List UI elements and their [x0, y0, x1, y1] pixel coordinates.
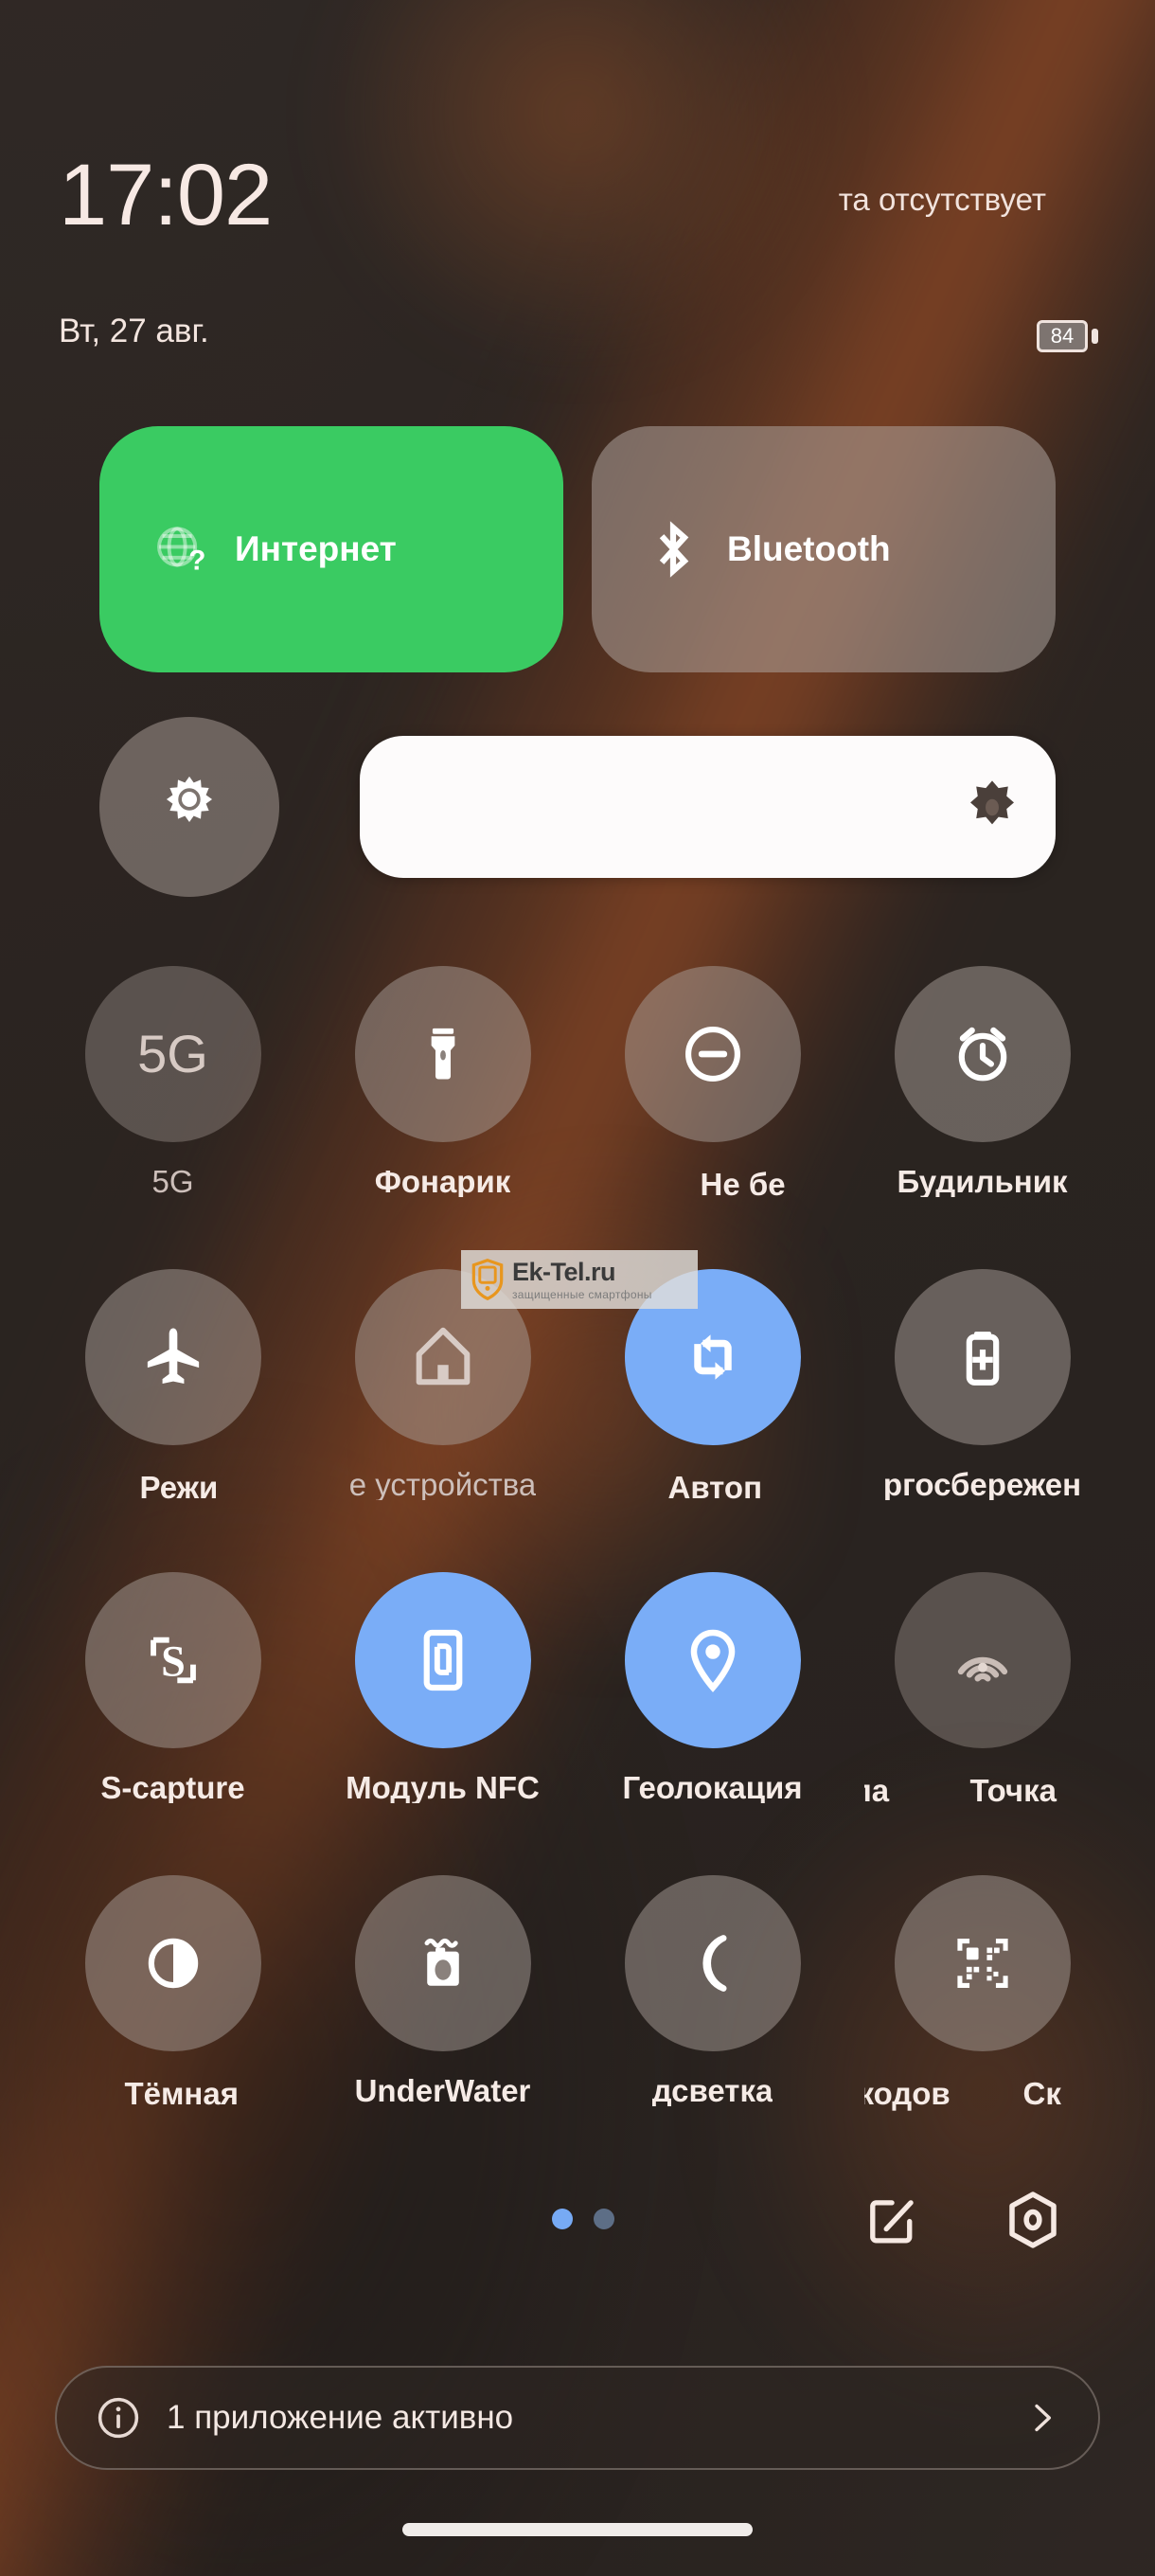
qr-scan-icon — [894, 1875, 1071, 2051]
s-capture-icon: S — [84, 1572, 261, 1748]
tile-label: Будильник — [897, 1166, 1068, 1197]
battery-saver-icon — [894, 1269, 1071, 1445]
status-bar: 17:02 та отсутствует — [0, 152, 1155, 239]
location-pin-icon — [624, 1572, 801, 1748]
brightness-sun-icon — [154, 772, 224, 842]
info-circle-icon — [95, 2394, 142, 2442]
tile-label: Точка — [969, 1773, 1057, 1808]
active-apps-pill[interactable]: 1 приложение активно — [55, 2366, 1100, 2470]
tile-hotspot[interactable]: упа Точка — [847, 1572, 1117, 1875]
date-bar: Вт, 27 авг. 84 — [0, 313, 1155, 366]
tile-label: Геолокация — [622, 1772, 803, 1803]
tile-dark-mode[interactable]: ма Тёмная — [38, 1875, 308, 2178]
tile-label: ргосбережен — [882, 1469, 1082, 1500]
tile-label: Модуль NFC — [346, 1772, 540, 1803]
underwater-camera-icon — [354, 1875, 531, 2051]
page-indicator[interactable] — [552, 2209, 614, 2229]
tile-label: Не бе — [700, 1167, 786, 1202]
globe-question-icon: ? — [151, 520, 210, 579]
dark-mode-icon — [84, 1875, 261, 2051]
tile-label-marquee: ма Тёмная — [55, 2075, 292, 2113]
night-moon-icon — [624, 1875, 801, 2051]
brightness-slider[interactable] — [360, 736, 1056, 878]
svg-text:?: ? — [188, 546, 205, 577]
edit-pencil-icon — [861, 2190, 921, 2250]
edit-tiles-button[interactable] — [857, 2186, 925, 2254]
alarm-clock-icon — [894, 966, 1071, 1142]
quick-settings-grid: 5G 5G Фонарик ить — [0, 966, 1155, 2178]
clock: 17:02 — [59, 147, 273, 243]
tile-location[interactable]: Геолокация — [578, 1572, 847, 1875]
watermark-subtitle: защищенные смартфоны — [512, 1287, 652, 1301]
chevron-right-icon — [1022, 2396, 1060, 2440]
tile-qr-scanner[interactable]: Н кодов Ск — [847, 1875, 1117, 2178]
panel-footer — [0, 2178, 1155, 2282]
battery-cap — [1092, 329, 1098, 344]
tile-label: Фонарик — [374, 1166, 511, 1197]
tile-airplane-mode[interactable]: ета Режи — [38, 1269, 308, 1572]
tile-label-marquee: Н кодов Ск — [864, 2075, 1101, 2113]
brightness-star-icon — [963, 778, 1022, 836]
tile-flashlight[interactable]: Фонарик — [308, 966, 578, 1269]
bluetooth-toggle[interactable]: Bluetooth — [592, 426, 1056, 672]
auto-brightness-button[interactable] — [99, 717, 279, 897]
tile-label: е устройства — [348, 1469, 537, 1500]
page-dot-1[interactable] — [552, 2209, 573, 2229]
tile-smart-devices[interactable]: е устройства — [308, 1269, 578, 1572]
quick-settings-panel: 17:02 та отсутствует Вт, 27 авг. 84 ? Ин… — [0, 0, 1155, 2576]
tile-5g[interactable]: 5G 5G — [38, 966, 308, 1269]
battery-indicator: 84 — [1037, 320, 1098, 352]
settings-gear-icon — [1002, 2189, 1064, 2251]
battery-shell: 84 — [1037, 320, 1088, 352]
tile-underwater[interactable]: UnderWater — [308, 1875, 578, 2178]
watermark-title: Ek-Tel.ru — [512, 1257, 616, 1286]
battery-level-label: 84 — [1050, 324, 1075, 348]
home-indicator[interactable] — [402, 2523, 753, 2536]
tile-auto-rotate[interactable]: от Автоп — [578, 1269, 847, 1572]
tile-label: кодов — [863, 2076, 951, 2111]
tile-label: Режи — [139, 1470, 219, 1505]
hotspot-icon — [894, 1572, 1071, 1748]
internet-toggle-label: Интернет — [235, 529, 397, 568]
tile-label: дсветка — [651, 2075, 773, 2106]
tile-label: UnderWater — [354, 2075, 531, 2106]
tile-battery-saver[interactable]: ргосбережен — [847, 1269, 1117, 1572]
active-apps-label: 1 приложение активно — [167, 2399, 514, 2436]
tile-label-marquee: упа Точка — [864, 1772, 1101, 1810]
airplane-icon — [84, 1269, 261, 1445]
date-label: Вт, 27 авг. — [59, 313, 209, 349]
page-dot-2[interactable] — [594, 2209, 614, 2229]
shield-phone-icon — [471, 1259, 505, 1300]
svg-text:S: S — [161, 1638, 186, 1687]
internet-toggle[interactable]: ? Интернет — [99, 426, 563, 672]
tile-do-not-disturb[interactable]: ить Не бе — [578, 966, 847, 1269]
tile-label-marquee: от Автоп — [595, 1469, 831, 1507]
bluetooth-icon — [644, 520, 702, 579]
bluetooth-toggle-label: Bluetooth — [727, 529, 891, 568]
site-watermark: Ek-Tel.ru защищенные смартфоны — [461, 1250, 698, 1309]
primary-toggles-row: ? Интернет Bluetooth — [0, 426, 1155, 672]
tile-label-marquee: ета Режи — [55, 1469, 292, 1507]
tile-nfc[interactable]: Модуль NFC — [308, 1572, 578, 1875]
nfc-icon — [354, 1572, 531, 1748]
tile-label: 5G — [151, 1166, 194, 1197]
do-not-disturb-icon — [624, 966, 801, 1142]
tile-s-capture[interactable]: S S-capture — [38, 1572, 308, 1875]
tile-night-light[interactable]: дсветка — [578, 1875, 847, 2178]
tile-label: Автоп — [667, 1470, 763, 1505]
settings-button[interactable] — [999, 2186, 1067, 2254]
tile-label-scroll-left: упа — [864, 1773, 890, 1808]
5g-icon: 5G — [84, 966, 261, 1142]
tile-label: S-capture — [100, 1772, 245, 1803]
carrier-label: та отсутствует — [838, 182, 1046, 217]
flashlight-icon — [354, 966, 531, 1142]
brightness-row — [0, 717, 1155, 921]
tile-label: Тёмная — [124, 2076, 239, 2111]
tile-label-marquee: ить Не бе — [595, 1166, 831, 1204]
tile-label-scroll-right: Ск — [1022, 2076, 1061, 2111]
tile-alarm[interactable]: Будильник — [847, 966, 1117, 1269]
